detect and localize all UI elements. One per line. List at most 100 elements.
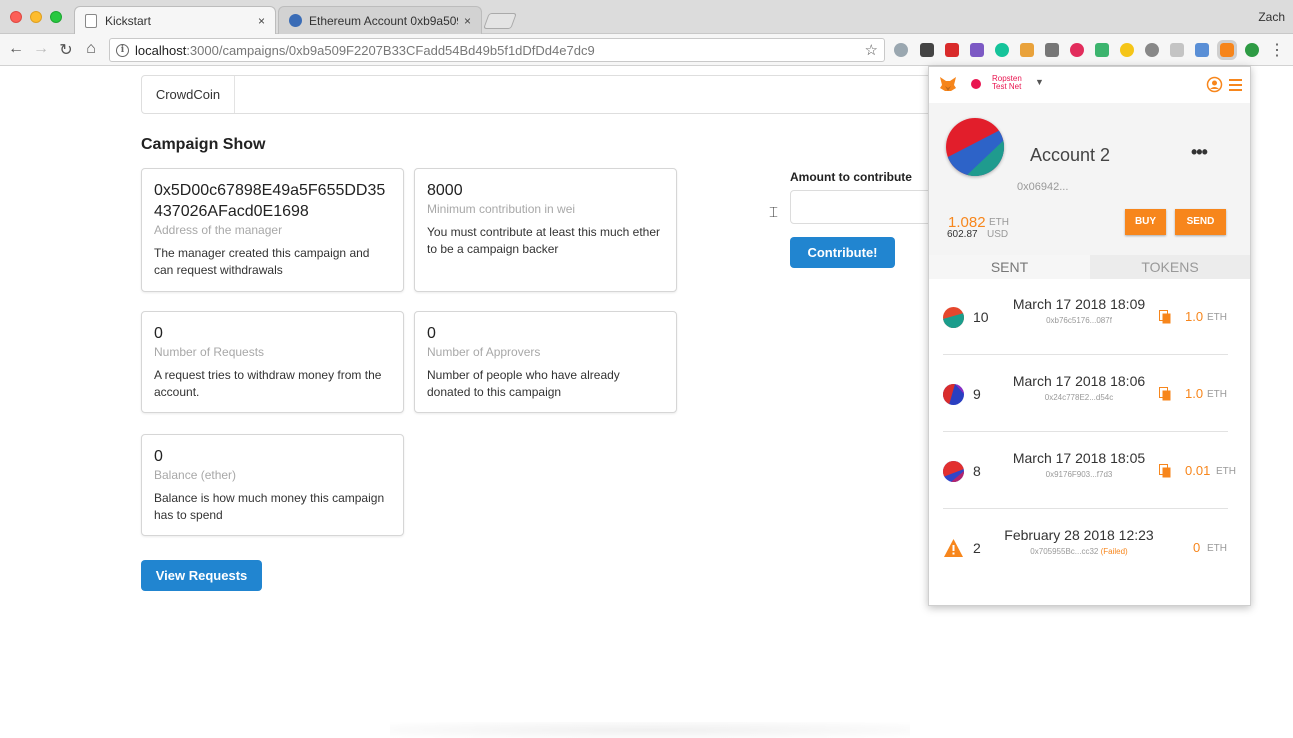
copy-icon[interactable] [1159,387,1171,401]
copy-icon[interactable] [1159,310,1171,324]
tab-ethereum-account[interactable]: Ethereum Account 0xb9a509F × [278,6,482,34]
card-description: Number of people who have already donate… [427,368,620,399]
extension-icon[interactable] [1145,43,1159,57]
extension-icon[interactable] [894,43,908,57]
extension-icon[interactable] [1020,43,1034,57]
extension-icon[interactable] [1245,43,1259,57]
metamask-tabs: SENT TOKENS [929,255,1250,279]
balance-usd: 602.87 [947,229,978,240]
card-meta: Number of Requests [154,345,265,359]
extension-icon[interactable] [945,43,959,57]
card-meta: Balance (ether) [154,468,237,482]
extension-icon[interactable] [1045,43,1059,57]
transaction-hash-text: 0xb76c5176...087f [1046,316,1112,325]
transaction-nonce: 2 [973,540,981,556]
card-header: 0x5D00c67898E49a5F655DD35437026AFacd0E16… [154,182,386,220]
transaction-identicon [943,384,964,405]
etherscan-icon [289,14,302,27]
transaction-unit: ETH [1207,389,1227,400]
browser-toolbar: ← → ↻ ⌂ i localhost:3000/campaigns/0xb9a… [0,34,1293,66]
page-icon [85,13,97,28]
transaction-value: 1.0 [1185,386,1204,401]
home-icon[interactable]: ⌂ [81,40,101,58]
transaction-hash[interactable]: 0xb76c5176...087f [991,316,1167,325]
card-description: The manager created this campaign and ca… [154,246,370,277]
balance-usd-unit: USD [987,229,1009,240]
chevron-down-icon[interactable]: ▼ [1035,77,1044,87]
transaction-date: March 17 2018 18:09 [1012,296,1146,312]
transaction-value: 1.0 [1185,309,1204,324]
profile-name[interactable]: Zach [1258,10,1285,24]
text-cursor-icon: ⌶ [769,204,779,221]
address-bar[interactable]: i localhost:3000/campaigns/0xb9a509F2207… [109,38,885,62]
extension-icon[interactable] [1195,43,1209,57]
account-options-icon[interactable]: ••• [1191,142,1208,163]
transaction-row[interactable]: 8 March 17 2018 18:05 0x9176F903...f7d3 … [943,433,1236,509]
account-address[interactable]: 0x06942... [1017,181,1068,193]
transaction-row[interactable]: 10 March 17 2018 18:09 0xb76c5176...087f… [943,279,1228,355]
browser-menu-icon[interactable]: ⋮ [1269,40,1285,60]
transaction-row[interactable]: 9 March 17 2018 18:06 0x24c778E2...d54c … [943,356,1228,432]
transaction-hash[interactable]: 0x9176F903...f7d3 [991,470,1167,479]
metamask-fox-icon[interactable] [1217,40,1237,60]
info-icon[interactable]: i [116,43,129,57]
extension-icon[interactable] [995,43,1009,57]
card-header: 0 [427,325,436,342]
transaction-hash-text: 0x9176F903...f7d3 [1045,470,1113,479]
bottom-shadow [390,722,910,738]
card-description: You must contribute at least this much e… [427,225,661,256]
card-header: 0 [154,448,163,465]
transaction-date: February 28 2018 12:23 [1004,527,1154,543]
extension-icon[interactable] [920,43,934,57]
extension-icon[interactable] [1070,43,1084,57]
close-tab-icon[interactable]: × [464,14,471,28]
close-tab-icon[interactable]: × [258,14,265,28]
copy-icon[interactable] [1159,464,1171,478]
extension-icon[interactable] [1120,43,1134,57]
tab-title: Kickstart [105,13,152,28]
balance-eth-unit: ETH [989,217,1009,228]
card-header: 0 [154,325,163,342]
forward-arrow-icon[interactable]: → [31,40,51,58]
view-requests-button[interactable]: View Requests [141,560,262,591]
contribute-button[interactable]: Contribute! [790,237,895,268]
new-tab-button[interactable] [483,13,517,29]
send-button[interactable]: SEND [1175,209,1226,235]
extension-icon[interactable] [970,43,984,57]
transaction-date: March 17 2018 18:05 [1012,450,1146,466]
browser-tab-strip: Kickstart × Ethereum Account 0xb9a509F ×… [0,0,1293,34]
transaction-hash[interactable]: 0x24c778E2...d54c [991,393,1167,402]
transaction-hash-text: 0x24c778E2...d54c [1044,393,1114,402]
tab-kickstart[interactable]: Kickstart × [74,6,276,34]
top-menu: CrowdCoin [141,75,941,114]
card-header: 8000 [427,182,463,199]
reload-icon[interactable]: ↻ [56,40,76,60]
account-switch-icon[interactable] [1206,76,1223,93]
transaction-value: 0.01 [1185,463,1211,478]
minimize-window-button[interactable] [30,11,42,23]
metamask-fox-icon[interactable] [939,75,957,93]
back-arrow-icon[interactable]: ← [6,40,26,58]
url-path: :3000/campaigns/0xb9a509F2207B33CFadd54B… [186,42,595,58]
bookmark-star-icon[interactable]: ☆ [865,41,878,59]
contribute-amount-input[interactable] [790,190,940,224]
account-details: Account 2 ••• 0x06942... 1.082 ETH 602.8… [929,103,1250,255]
menu-item-crowdcoin[interactable]: CrowdCoin [142,76,235,113]
hamburger-menu-icon[interactable] [1227,76,1244,93]
tab-sent[interactable]: SENT [929,255,1090,279]
transaction-row[interactable]: 2 February 28 2018 12:23 0x705955Bc...cc… [943,510,1228,586]
metamask-popup: Ropsten Test Net ▼ Account 2 ••• 0x06942… [928,66,1251,606]
transaction-unit: ETH [1207,312,1227,323]
transaction-unit: ETH [1207,543,1227,554]
card-description: A request tries to withdraw money from t… [154,368,382,399]
buy-button[interactable]: BUY [1125,209,1166,235]
tab-tokens[interactable]: TOKENS [1090,255,1250,279]
extension-icon[interactable] [1095,43,1109,57]
maximize-window-button[interactable] [50,11,62,23]
network-name[interactable]: Ropsten Test Net [992,75,1032,91]
transaction-identicon [943,307,964,328]
close-window-button[interactable] [10,11,22,23]
transaction-hash[interactable]: 0x705955Bc...cc32 (Failed) [991,547,1167,556]
extension-icon[interactable] [1170,43,1184,57]
transaction-nonce: 9 [973,386,981,402]
